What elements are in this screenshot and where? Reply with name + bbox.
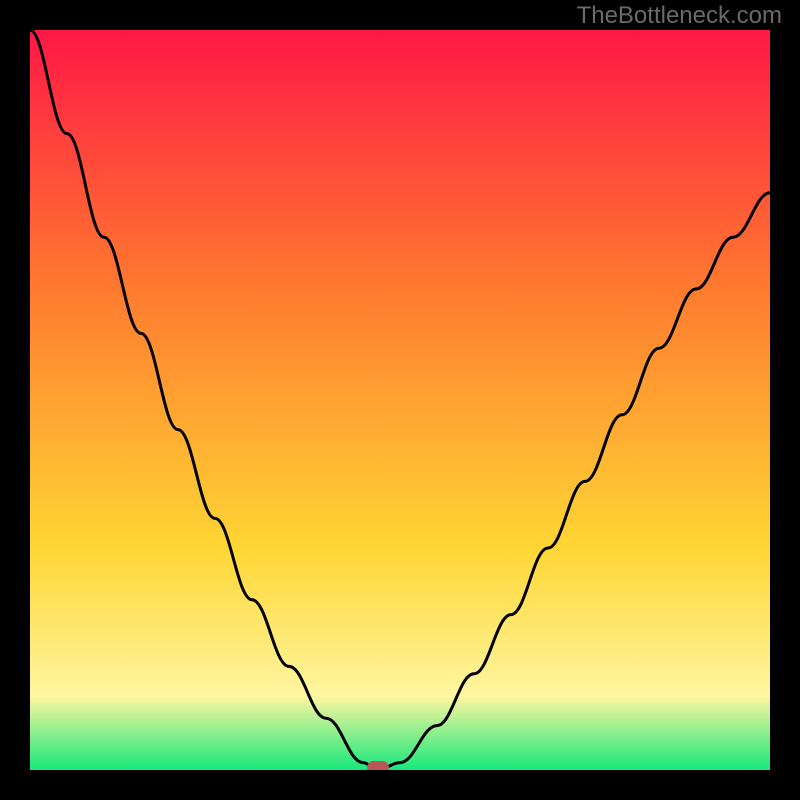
chart-container: TheBottleneck.com — [0, 0, 800, 800]
watermark-text: TheBottleneck.com — [577, 2, 782, 30]
curve-layer — [30, 30, 770, 770]
plot-area — [30, 30, 770, 770]
bottleneck-curve — [30, 30, 770, 770]
optimal-marker — [367, 761, 389, 770]
